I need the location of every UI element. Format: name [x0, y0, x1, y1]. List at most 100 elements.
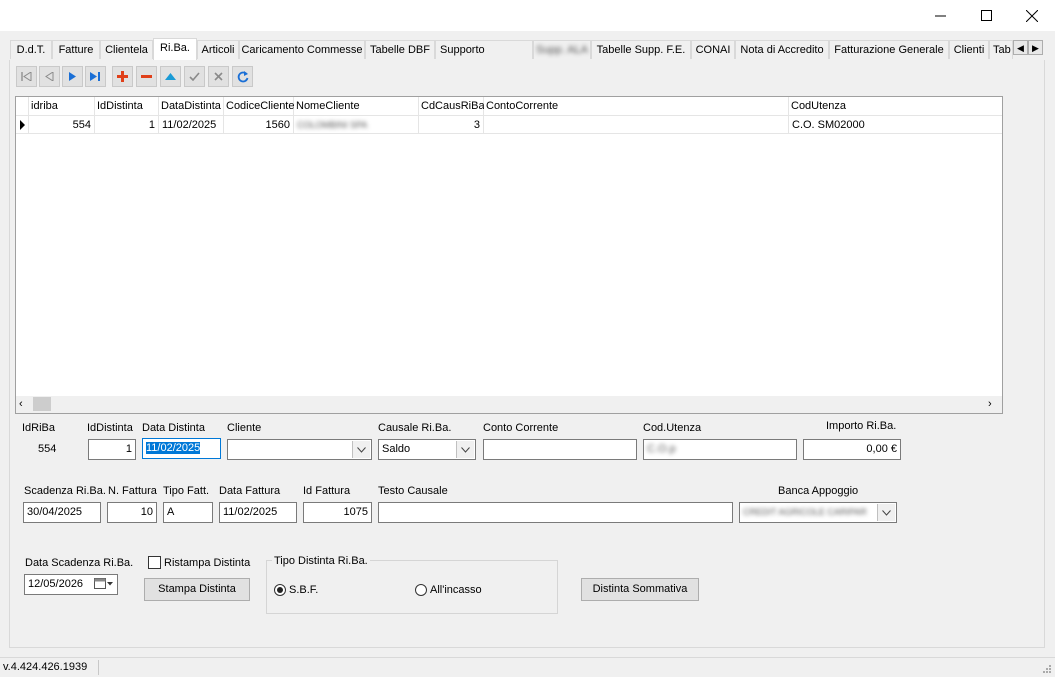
banca-dropdown-button[interactable]: [877, 504, 895, 521]
chevron-down-icon: [357, 446, 366, 453]
allincasso-label: All'incasso: [430, 584, 482, 596]
data-distinta-field[interactable]: 11/02/2025: [142, 438, 221, 459]
data-scadenza-picker[interactable]: 12/05/2026: [24, 574, 118, 595]
cliente-combo[interactable]: [227, 439, 372, 460]
nav-cancel-button[interactable]: [208, 66, 229, 87]
tipo-distinta-label: Tipo Distinta Ri.Ba.: [272, 555, 370, 567]
cliente-label: Cliente: [227, 422, 262, 434]
tab-caricamento-commesse[interactable]: Caricamento Commesse: [239, 40, 365, 59]
tipo-fatt-field[interactable]: A: [163, 502, 213, 523]
scrollbar-thumb[interactable]: [33, 397, 51, 411]
cliente-dropdown-button[interactable]: [352, 441, 370, 458]
nav-delete-button[interactable]: [136, 66, 157, 87]
tab-supp-ala-label: Supp. ALA: [536, 44, 588, 56]
close-icon: [1026, 9, 1038, 22]
cross-icon: [214, 72, 223, 81]
nav-last-button[interactable]: [85, 66, 106, 87]
tab-fatture[interactable]: Fatture: [52, 40, 100, 59]
tab-tabelle-dbf[interactable]: Tabelle DBF: [365, 40, 435, 59]
scroll-right-icon[interactable]: ›: [988, 398, 992, 410]
chevron-down-icon: [882, 509, 891, 516]
plus-icon: [117, 71, 128, 82]
id-fattura-label: Id Fattura: [303, 485, 351, 497]
banca-combo[interactable]: CREDIT AGRICOLE CARIPAR: [739, 502, 897, 523]
testo-causale-field[interactable]: [378, 502, 733, 523]
allincasso-radio[interactable]: [415, 584, 427, 596]
grid-header-nomecliente[interactable]: NomeCliente: [294, 97, 419, 116]
table-cell-codicecliente[interactable]: 1560: [224, 116, 294, 134]
nav-first-button[interactable]: [16, 66, 37, 87]
version-label: v.4.424.426.1939: [3, 661, 88, 673]
grid-header-cdcausriba[interactable]: CdCausRiBa: [419, 97, 485, 116]
data-fattura-label: Data Fattura: [219, 485, 281, 497]
tab-ddt[interactable]: D.d.T.: [10, 40, 52, 59]
id-fattura-field[interactable]: 1075: [303, 502, 372, 523]
scadenza-field[interactable]: 30/04/2025: [23, 502, 101, 523]
tab-scroll-left-button[interactable]: ◀: [1013, 40, 1028, 55]
tab-clienti[interactable]: Clienti: [949, 40, 989, 59]
idriba-label: IdRiBa: [22, 422, 56, 434]
table-cell-codutenza[interactable]: C.O. SM02000: [789, 116, 1002, 134]
tab-scroll-right-button[interactable]: ▶: [1028, 40, 1043, 55]
tab-articoli[interactable]: Articoli: [197, 40, 239, 59]
tab-nota-di-accredito[interactable]: Nota di Accredito: [735, 40, 829, 59]
grid-header-iddistinta[interactable]: IdDistinta: [95, 97, 159, 116]
tab-fatturazione-generale[interactable]: Fatturazione Generale: [829, 40, 949, 59]
prior-record-icon: [45, 72, 54, 81]
nav-edit-button[interactable]: [160, 66, 181, 87]
grid-header-codicecliente[interactable]: CodiceCliente: [224, 97, 294, 116]
conto-corrente-field[interactable]: [483, 439, 637, 460]
scroll-left-icon[interactable]: ‹: [19, 398, 23, 410]
causale-combo[interactable]: Saldo: [378, 439, 476, 460]
table-cell-nomecliente[interactable]: COLOMBINI SPA: [294, 116, 419, 134]
minimize-button[interactable]: [917, 0, 963, 31]
grid-header-contocorrente[interactable]: ContoCorrente: [484, 97, 789, 116]
causale-dropdown-button[interactable]: [456, 441, 474, 458]
iddistinta-field[interactable]: 1: [88, 439, 136, 460]
cod-utenza-field[interactable]: C.O.p: [643, 439, 797, 460]
distinta-sommativa-button[interactable]: Distinta Sommativa: [581, 578, 699, 601]
minimize-icon: [934, 15, 946, 17]
nav-refresh-button[interactable]: [232, 66, 253, 87]
tab-clientela[interactable]: Clientela: [100, 40, 153, 59]
nav-next-button[interactable]: [62, 66, 83, 87]
tab-supp-ala[interactable]: Supp. ALA: [533, 40, 591, 59]
tab-tab[interactable]: Tab: [989, 40, 1013, 59]
sbf-radio[interactable]: [274, 584, 286, 596]
grid-horizontal-scrollbar[interactable]: ‹ ›: [16, 396, 1002, 413]
calendar-icon[interactable]: [94, 577, 114, 594]
n-fattura-field[interactable]: 10: [107, 502, 157, 523]
nav-insert-button[interactable]: [112, 66, 133, 87]
table-cell-cdcausriba[interactable]: 3: [419, 116, 484, 134]
nav-prior-button[interactable]: [39, 66, 60, 87]
tab-conai[interactable]: CONAI: [691, 40, 735, 59]
data-distinta-selected-text: 11/02/2025: [146, 442, 201, 454]
nomecliente-text: COLOMBINI SPA: [297, 120, 368, 130]
data-fattura-field[interactable]: 11/02/2025: [219, 502, 297, 523]
tab-tabelle-supp-fe[interactable]: Tabelle Supp. F.E.: [591, 40, 691, 59]
tab-supporto[interactable]: Supporto: [435, 40, 533, 59]
nav-post-button[interactable]: [184, 66, 205, 87]
grid-header-datadistinta[interactable]: DataDistinta: [159, 97, 224, 116]
table-cell-iddistinta[interactable]: 1: [95, 116, 159, 134]
grid-header-idriba[interactable]: idriba: [29, 97, 95, 116]
close-button[interactable]: [1009, 0, 1055, 31]
iddistinta-label: IdDistinta: [87, 422, 133, 434]
refresh-icon: [237, 70, 248, 82]
table-cell-idriba[interactable]: 554: [29, 116, 95, 134]
cod-utenza-value: C.O.p: [647, 443, 676, 455]
n-fattura-label: N. Fattura: [108, 485, 157, 497]
maximize-button[interactable]: [963, 0, 1009, 31]
resize-grip-icon[interactable]: [1042, 664, 1052, 677]
riba-grid[interactable]: idriba IdDistinta DataDistinta CodiceCli…: [15, 96, 1003, 414]
grid-indicator-header: [16, 97, 29, 116]
ristampa-checkbox[interactable]: [148, 556, 161, 569]
importo-field[interactable]: 0,00 €: [803, 439, 901, 460]
table-cell-contocorrente[interactable]: [484, 116, 789, 134]
stampa-distinta-button[interactable]: Stampa Distinta: [144, 578, 250, 601]
ristampa-label: Ristampa Distinta: [164, 557, 251, 569]
grid-header-codutenza[interactable]: CodUtenza: [789, 97, 1002, 116]
idriba-value: 554: [38, 443, 57, 455]
tab-riba[interactable]: Ri.Ba.: [153, 38, 197, 60]
table-cell-datadistinta[interactable]: 11/02/2025: [159, 116, 224, 134]
